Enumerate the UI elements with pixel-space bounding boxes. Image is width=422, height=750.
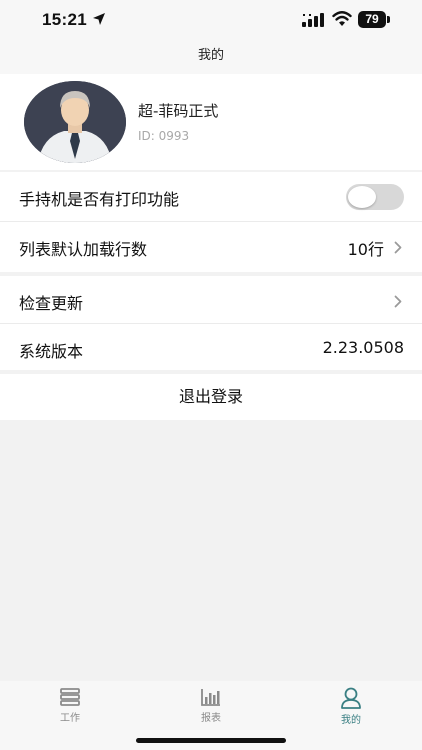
battery-icon: 79 <box>358 11 390 28</box>
logout-label: 退出登录 <box>178 387 243 406</box>
screen: 15:21 79 我的 超-菲码正式 ID: 0993 手持机是否有打印功能 列… <box>0 0 422 750</box>
status-time: 15:21 <box>42 10 87 29</box>
wifi-icon <box>332 11 352 26</box>
print-function-label: 手持机是否有打印功能 <box>19 190 180 209</box>
profile-card[interactable]: 超-菲码正式 ID: 0993 <box>0 74 422 170</box>
chevron-right-icon <box>394 241 402 254</box>
default-rows-row[interactable]: 列表默认加载行数 10行 <box>0 222 422 272</box>
settings-group-printing: 手持机是否有打印功能 列表默认加载行数 10行 <box>0 172 422 272</box>
chevron-right-icon <box>394 295 402 308</box>
battery-cap <box>387 16 390 23</box>
logout-button[interactable]: 退出登录 <box>0 374 422 420</box>
print-function-row: 手持机是否有打印功能 <box>0 172 422 222</box>
cellular-signal-icon <box>302 13 324 27</box>
battery-level: 79 <box>358 11 386 28</box>
default-rows-value: 10行 <box>347 240 384 259</box>
check-update-row[interactable]: 检查更新 <box>0 276 422 324</box>
tab-work[interactable]: 工作 <box>40 687 100 724</box>
system-version-row: 系统版本 2.23.0508 <box>0 324 422 370</box>
toggle-knob <box>348 186 376 208</box>
home-indicator <box>136 738 286 743</box>
check-update-label: 检查更新 <box>19 294 84 313</box>
system-version-value: 2.23.0508 <box>322 338 404 357</box>
user-icon <box>341 687 361 709</box>
tab-report[interactable]: 报表 <box>181 687 241 724</box>
status-bar: 15:21 79 <box>0 0 422 40</box>
tab-work-label: 工作 <box>60 713 80 724</box>
tab-mine[interactable]: 我的 <box>321 687 381 726</box>
chart-icon <box>201 689 220 706</box>
work-icon <box>60 688 80 706</box>
tab-report-label: 报表 <box>201 713 221 724</box>
avatar[interactable] <box>24 81 126 163</box>
system-version-label: 系统版本 <box>19 342 84 361</box>
page-title: 我的 <box>197 48 224 63</box>
person-avatar-icon <box>24 81 126 163</box>
location-arrow-icon <box>93 13 105 25</box>
tab-mine-label: 我的 <box>341 715 361 726</box>
settings-group-system: 检查更新 系统版本 2.23.0508 <box>0 276 422 370</box>
default-rows-label: 列表默认加载行数 <box>19 240 148 259</box>
nav-bar: 我的 <box>0 40 422 74</box>
profile-name: 超-菲码正式 <box>138 102 219 120</box>
profile-id: ID: 0993 <box>138 129 190 143</box>
print-function-toggle[interactable] <box>346 184 404 210</box>
